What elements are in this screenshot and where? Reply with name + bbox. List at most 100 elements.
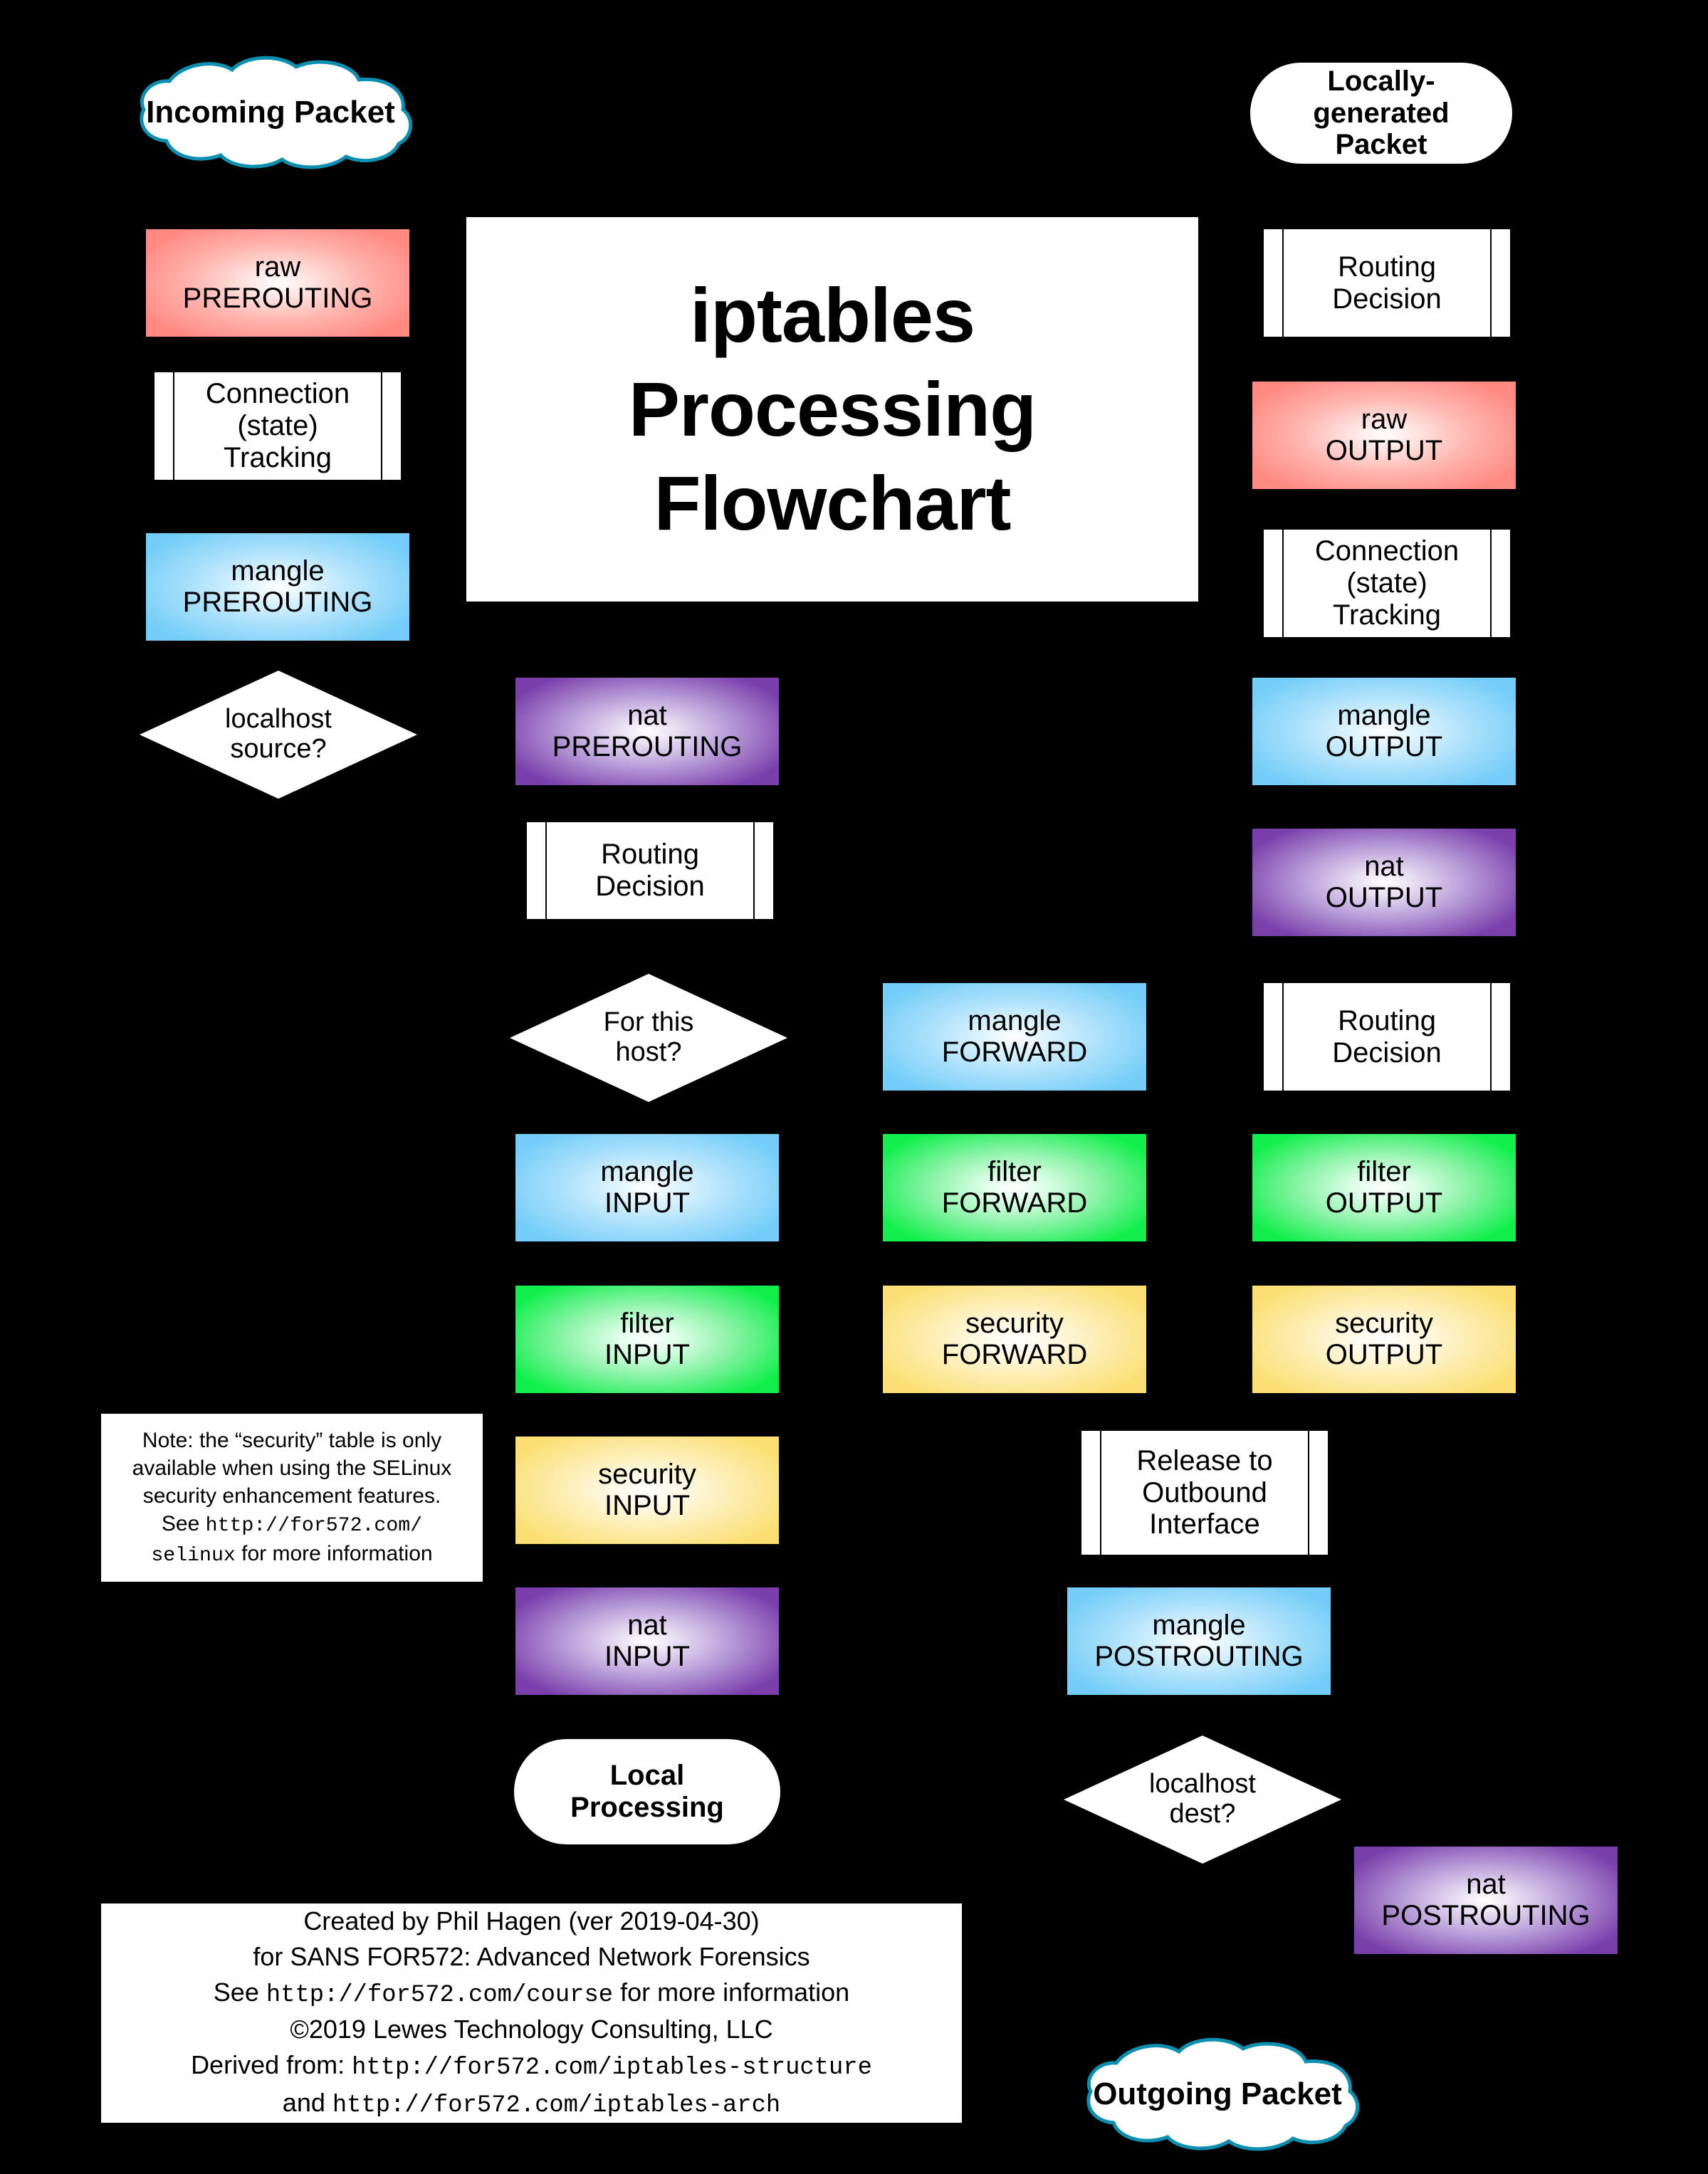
nat-input-table: nat	[627, 1610, 667, 1642]
security-input-table: security	[598, 1459, 696, 1491]
node-security-output[interactable]: security OUTPUT	[1251, 1284, 1517, 1395]
node-mangle-input[interactable]: mangle INPUT	[514, 1133, 780, 1243]
locally-generated-line2: generated	[1313, 97, 1450, 129]
filter-forward-chain: FORWARD	[941, 1187, 1088, 1219]
credits-see-prefix: See	[213, 1977, 266, 2007]
node-release-outbound-interface[interactable]: Release to Outbound Interface	[1080, 1429, 1329, 1556]
security-forward-chain: FORWARD	[941, 1338, 1088, 1370]
localhost-source-line2: source?	[230, 734, 327, 764]
raw-prerouting-chain: PREROUTING	[182, 282, 373, 314]
mangle-input-table: mangle	[600, 1156, 694, 1188]
node-nat-prerouting[interactable]: nat PREROUTING	[514, 676, 780, 787]
node-filter-input[interactable]: filter INPUT	[514, 1284, 780, 1395]
nat-postrouting-table: nat	[1466, 1869, 1506, 1901]
node-routing-decision-locally-generated[interactable]: Routing Decision	[1262, 228, 1511, 338]
credits-derived-prefix: Derived from:	[191, 2050, 352, 2080]
raw-output-chain: OUTPUT	[1325, 434, 1443, 466]
routing-decision-right-line1: Routing	[1338, 1004, 1436, 1036]
release-outbound-line3: Interface	[1149, 1508, 1260, 1540]
release-outbound-line1: Release to	[1136, 1444, 1273, 1476]
decision-for-this-host[interactable]: For this host?	[510, 974, 787, 1102]
locally-generated-line3: Packet	[1335, 129, 1427, 161]
node-security-forward[interactable]: security FORWARD	[881, 1284, 1148, 1395]
terminator-local-processing: Local Processing	[514, 1739, 780, 1844]
conn-track-out-line3: Tracking	[1333, 599, 1441, 631]
node-raw-output[interactable]: raw OUTPUT	[1251, 380, 1517, 490]
nat-prerouting-table: nat	[627, 700, 667, 732]
credits-copyright: ©2019 Lewes Technology Consulting, LLC	[290, 2015, 773, 2044]
raw-prerouting-table: raw	[254, 251, 301, 283]
mangle-output-chain: OUTPUT	[1325, 730, 1443, 762]
decision-localhost-source[interactable]: localhost source?	[140, 671, 417, 799]
page-title: iptables Processing Flowchart	[466, 217, 1198, 602]
node-nat-postrouting[interactable]: nat POSTROUTING	[1353, 1845, 1619, 1955]
node-mangle-forward[interactable]: mangle FORWARD	[881, 982, 1148, 1092]
nat-output-table: nat	[1364, 851, 1404, 883]
raw-output-table: raw	[1361, 404, 1408, 436]
title-line-3: Flowchart	[654, 459, 1011, 546]
conn-track-out-line2: (state)	[1346, 567, 1427, 599]
node-connection-tracking-inbound[interactable]: Connection (state) Tracking	[153, 371, 402, 481]
local-processing-line2: Processing	[570, 1792, 724, 1823]
security-output-chain: OUTPUT	[1325, 1338, 1443, 1370]
nat-input-chain: INPUT	[604, 1640, 690, 1672]
note-selinux-url-part2: selinux	[151, 1544, 236, 1567]
nat-postrouting-chain: POSTROUTING	[1381, 1899, 1591, 1931]
localhost-source-line1: localhost	[225, 704, 332, 735]
release-outbound-line2: Outbound	[1142, 1476, 1267, 1508]
note-line-1: Note: the “security” table is only	[142, 1428, 442, 1452]
credits-and-prefix: and	[282, 2087, 332, 2117]
credits-panel: Created by Phil Hagen (ver 2019-04-30) f…	[100, 1902, 963, 2124]
mangle-prerouting-table: mangle	[231, 555, 325, 587]
note-selinux-url-part1: http://for572.com/	[205, 1514, 423, 1537]
filter-input-table: filter	[620, 1308, 674, 1340]
flowchart-canvas: Incoming Packet Locally- generated Packe…	[0, 0, 1708, 2174]
cloud-outgoing-packet-label: Outgoing Packet	[1093, 2076, 1342, 2111]
node-mangle-output[interactable]: mangle OUTPUT	[1251, 676, 1517, 787]
title-line-2: Processing	[628, 366, 1037, 453]
node-security-input[interactable]: security INPUT	[514, 1435, 780, 1545]
localhost-dest-line1: localhost	[1149, 1769, 1256, 1800]
node-filter-output[interactable]: filter OUTPUT	[1251, 1133, 1517, 1243]
security-input-chain: INPUT	[604, 1489, 690, 1521]
routing-decision-top-line1: Routing	[1338, 251, 1436, 283]
for-this-host-line2: host?	[615, 1037, 682, 1067]
mangle-input-chain: INPUT	[604, 1187, 690, 1219]
node-filter-forward[interactable]: filter FORWARD	[881, 1133, 1148, 1243]
routing-decision-right-line2: Decision	[1332, 1036, 1442, 1068]
conn-track-out-line1: Connection	[1314, 535, 1460, 567]
credits-see-suffix: for more information	[613, 1977, 850, 2007]
filter-forward-table: filter	[987, 1156, 1042, 1188]
conn-track-in-line1: Connection	[205, 378, 350, 410]
node-raw-prerouting[interactable]: raw PREROUTING	[145, 228, 411, 338]
decision-localhost-dest[interactable]: localhost dest?	[1064, 1735, 1341, 1864]
for-this-host-line1: For this	[603, 1007, 694, 1038]
node-connection-tracking-output[interactable]: Connection (state) Tracking	[1262, 528, 1511, 639]
mangle-prerouting-chain: PREROUTING	[182, 586, 373, 618]
security-output-table: security	[1335, 1308, 1433, 1340]
filter-output-table: filter	[1357, 1156, 1411, 1188]
note-line-3: security enhancement features.	[142, 1484, 441, 1508]
node-routing-decision-output[interactable]: Routing Decision	[1262, 982, 1511, 1092]
locally-generated-line1: Locally-	[1327, 65, 1435, 97]
node-mangle-prerouting[interactable]: mangle PREROUTING	[145, 532, 411, 642]
cloud-outgoing-packet: Outgoing Packet	[1039, 2037, 1395, 2151]
credits-iptables-arch-url: http://for572.com/iptables-arch	[332, 2091, 781, 2119]
node-nat-input[interactable]: nat INPUT	[514, 1586, 780, 1696]
terminator-locally-generated-packet: Locally- generated Packet	[1250, 63, 1512, 164]
filter-input-chain: INPUT	[604, 1338, 690, 1370]
credits-course-url: http://for572.com/course	[266, 1981, 614, 2009]
node-mangle-postrouting[interactable]: mangle POSTROUTING	[1066, 1586, 1332, 1696]
credits-iptables-structure-url: http://for572.com/iptables-structure	[352, 2054, 872, 2082]
mangle-forward-table: mangle	[968, 1005, 1062, 1037]
node-routing-decision-prerouting[interactable]: Routing Decision	[525, 821, 775, 920]
node-nat-output[interactable]: nat OUTPUT	[1251, 827, 1517, 938]
mangle-postrouting-chain: POSTROUTING	[1094, 1640, 1304, 1672]
note-line-4-prefix: See	[161, 1511, 206, 1535]
note-line-5-suffix: for more information	[235, 1541, 433, 1565]
note-security-table: Note: the “security” table is only avail…	[100, 1412, 484, 1583]
note-line-2: available when using the SELinux	[132, 1456, 452, 1480]
mangle-output-table: mangle	[1337, 700, 1431, 732]
filter-output-chain: OUTPUT	[1325, 1187, 1443, 1219]
nat-prerouting-chain: PREROUTING	[552, 730, 743, 762]
